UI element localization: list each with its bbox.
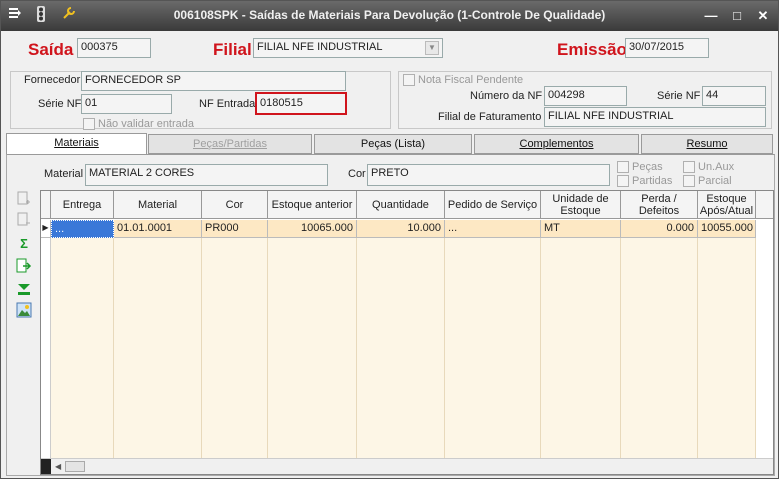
nf-entrada-field[interactable]: 0180515	[255, 92, 347, 115]
main-window: 006108SPK - Saídas de Materiais Para Dev…	[0, 0, 779, 479]
scrollbar-corner	[41, 459, 51, 474]
grid-column	[541, 238, 621, 458]
filial-label: Filial	[213, 40, 252, 59]
un-aux-label: Un.Aux	[698, 161, 735, 173]
table-cell-entrega[interactable]: ...	[51, 220, 114, 238]
nota-fiscal-pendente-checkbox[interactable]	[403, 74, 415, 86]
table-cell-estoque-anterior[interactable]: 10065.000	[268, 220, 357, 238]
tab-materiais[interactable]: Materiais	[6, 133, 147, 155]
chevron-down-icon[interactable]: ▼	[425, 41, 439, 55]
cor-filter-label: Cor	[348, 168, 366, 180]
invoice-serie-nf-field[interactable]: 44	[702, 86, 766, 106]
sum-icon[interactable]: Σ	[15, 236, 33, 252]
grid-column	[621, 238, 698, 458]
tab-resumo[interactable]: Resumo	[641, 134, 773, 154]
remove-row-icon[interactable]	[15, 212, 33, 228]
material-filter-field[interactable]: MATERIAL 2 CORES	[85, 164, 328, 186]
cor-filter-field[interactable]: PRETO	[367, 164, 610, 186]
grid-column	[698, 238, 756, 458]
grid-header-quantidade[interactable]: Quantidade	[357, 191, 445, 219]
grid-column	[51, 238, 114, 458]
filial-faturamento-field[interactable]: FILIAL NFE INDUSTRIAL	[544, 107, 766, 127]
partidas-label: Partidas	[632, 175, 673, 187]
numero-nf-label: Número da NF	[470, 90, 543, 102]
saida-field[interactable]: 000375	[77, 38, 151, 58]
saida-label: Saída	[28, 40, 74, 59]
grid-column	[114, 238, 202, 458]
title-bar: 006108SPK - Saídas de Materiais Para Dev…	[1, 1, 778, 31]
grid-column	[268, 238, 357, 458]
partidas-checkbox[interactable]	[617, 175, 629, 187]
invoice-serie-nf-label: Série NF	[657, 90, 701, 102]
export-icon[interactable]	[15, 258, 33, 274]
filial-select[interactable]: FILIAL NFE INDUSTRIAL	[253, 38, 443, 58]
grid-header-unidade-estoque[interactable]: Unidade de Estoque	[541, 191, 621, 219]
row-pointer-icon[interactable]: ▶	[41, 220, 51, 238]
table-cell-perda-defeitos[interactable]: 0.000	[621, 220, 698, 238]
pecas-checkbox[interactable]	[617, 161, 629, 173]
table-cell-material[interactable]: 01.01.0001	[114, 220, 202, 238]
table-cell-quantidade[interactable]: 10.000	[357, 220, 445, 238]
serie-nf-field[interactable]: 01	[81, 94, 172, 114]
pecas-label: Peças	[632, 161, 663, 173]
horizontal-scrollbar[interactable]: ◀	[41, 458, 773, 474]
scroll-left-icon[interactable]: ◀	[55, 461, 65, 472]
add-row-icon[interactable]	[15, 191, 33, 207]
move-down-icon[interactable]	[15, 281, 33, 297]
row-indicator-column	[41, 238, 51, 458]
table-cell-unidade-estoque[interactable]: MT	[541, 220, 621, 238]
nf-entrada-label: NF Entrada	[199, 98, 256, 110]
filial-faturamento-label: Filial de Faturamento	[438, 111, 542, 123]
fornecedor-label: Fornecedor	[24, 74, 81, 86]
filial-select-value: FILIAL NFE INDUSTRIAL	[257, 41, 383, 53]
grid-header-estoque-apos-atual[interactable]: Estoque Após/Atual	[698, 191, 756, 219]
grid-column	[357, 238, 445, 458]
tab-pecas-partidas[interactable]: Peças/Partidas	[148, 134, 312, 154]
minimize-button[interactable]: —	[701, 7, 721, 24]
un-aux-checkbox[interactable]	[683, 161, 695, 173]
window-title: 006108SPK - Saídas de Materiais Para Dev…	[173, 8, 606, 22]
parcial-checkbox[interactable]	[683, 175, 695, 187]
close-button[interactable]: ✕	[753, 7, 773, 24]
emissao-label: Emissão	[557, 40, 627, 59]
table-cell-cor[interactable]: PR000	[202, 220, 268, 238]
grid-column	[202, 238, 268, 458]
row-indicator-header	[41, 191, 51, 219]
grid-header-cor[interactable]: Cor	[202, 191, 268, 219]
serie-nf-label: Série NF	[38, 98, 82, 110]
grid-header-perda-defeitos[interactable]: Perda / Defeitos	[621, 191, 698, 219]
parcial-label: Parcial	[698, 175, 732, 187]
grid-header-material[interactable]: Material	[114, 191, 202, 219]
tab-pecas-lista[interactable]: Peças (Lista)	[314, 134, 472, 154]
grid-header-estoque-anterior[interactable]: Estoque anterior	[268, 191, 357, 219]
grid-header-entrega[interactable]: Entrega	[51, 191, 114, 219]
tab-complementos[interactable]: Complementos	[474, 134, 639, 154]
grid-header-filler	[756, 191, 773, 219]
nao-validar-checkbox[interactable]	[83, 118, 95, 130]
table-cell-pedido-servico[interactable]: ...	[445, 220, 541, 238]
materials-grid: Entrega Material Cor Estoque anterior Qu…	[40, 190, 774, 475]
nao-validar-label: Não validar entrada	[98, 118, 195, 130]
scrollbar-thumb[interactable]	[65, 461, 85, 472]
fornecedor-field[interactable]: FORNECEDOR SP	[81, 71, 346, 91]
material-filter-label: Material	[44, 168, 84, 180]
emissao-field[interactable]: 30/07/2015	[625, 38, 709, 58]
numero-nf-field[interactable]: 004298	[544, 86, 627, 106]
table-cell-estoque-apos-atual[interactable]: 10055.000	[698, 220, 756, 238]
grid-header-pedido-servico[interactable]: Pedido de Serviço	[445, 191, 541, 219]
nota-fiscal-pendente-label: Nota Fiscal Pendente	[418, 74, 524, 86]
image-icon[interactable]	[15, 302, 33, 318]
maximize-button[interactable]: □	[727, 7, 747, 24]
grid-column	[445, 238, 541, 458]
